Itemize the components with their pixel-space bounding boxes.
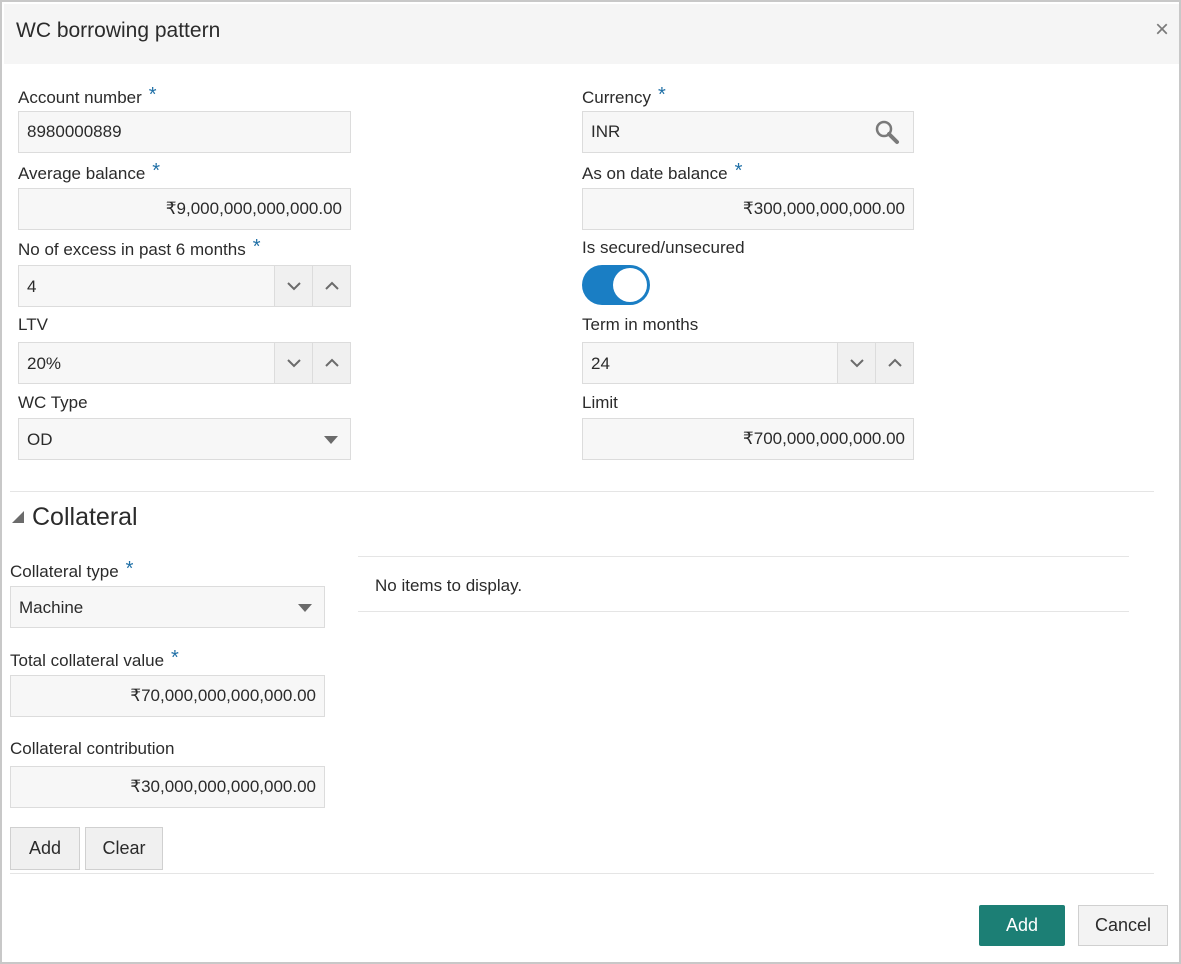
limit-input[interactable]	[583, 419, 913, 459]
account-number-input[interactable]	[19, 112, 350, 152]
chevron-up-icon	[324, 358, 339, 367]
currency-field[interactable]	[582, 111, 914, 153]
currency-label: Currency *	[582, 84, 666, 109]
limit-label: Limit	[582, 393, 618, 412]
ltv-stepper[interactable]: 20%	[18, 342, 351, 384]
required-mark: *	[252, 236, 261, 258]
total-collateral-label-text: Total collateral value	[10, 651, 165, 670]
required-mark: *	[657, 84, 666, 106]
add-button[interactable]: Add	[979, 905, 1065, 946]
limit-field[interactable]	[582, 418, 914, 460]
close-icon[interactable]: ×	[1155, 18, 1169, 42]
chevron-up-icon	[887, 358, 902, 367]
dialog-title: WC borrowing pattern	[16, 19, 221, 42]
excess-label-text: No of excess in past 6 months	[18, 240, 246, 259]
collateral-title: Collateral	[32, 503, 138, 531]
search-icon	[875, 120, 899, 144]
collateral-type-value[interactable]: Machine	[19, 598, 83, 618]
required-mark: *	[148, 84, 157, 106]
wc-type-label: WC Type	[18, 393, 88, 412]
grid-top-border	[358, 556, 1129, 557]
total-collateral-label: Total collateral value *	[10, 647, 179, 672]
account-number-label-text: Account number	[18, 88, 142, 107]
as-on-date-balance-input[interactable]	[583, 189, 913, 229]
collateral-type-label: Collateral type *	[10, 558, 134, 583]
empty-grid-message: No items to display.	[375, 576, 523, 595]
collateral-contribution-field[interactable]	[10, 766, 325, 808]
cancel-button[interactable]: Cancel	[1078, 905, 1168, 946]
footer-divider	[10, 873, 1154, 874]
average-balance-label-text: Average balance	[18, 164, 146, 183]
increment-button[interactable]	[875, 343, 913, 383]
currency-search-button[interactable]	[861, 112, 913, 152]
collapse-triangle-icon	[12, 511, 24, 523]
increment-button[interactable]	[312, 343, 350, 383]
currency-label-text: Currency	[582, 88, 651, 107]
as-on-date-balance-label-text: As on date balance	[582, 164, 728, 183]
total-collateral-field[interactable]	[10, 675, 325, 717]
grid-bottom-border	[358, 611, 1129, 612]
ltv-value[interactable]: 20%	[27, 354, 61, 374]
collateral-contribution-input[interactable]	[11, 767, 324, 807]
average-balance-label: Average balance *	[18, 160, 161, 185]
collateral-section-header[interactable]: Collateral	[12, 503, 138, 532]
required-mark: *	[734, 160, 743, 182]
term-stepper[interactable]: 24	[582, 342, 914, 384]
collateral-type-select[interactable]: Machine	[10, 586, 325, 628]
dialog-header: WC borrowing pattern ×	[4, 4, 1179, 64]
term-label: Term in months	[582, 315, 699, 334]
total-collateral-input[interactable]	[11, 676, 324, 716]
collateral-clear-button[interactable]: Clear	[85, 827, 163, 870]
chevron-down-icon	[849, 359, 864, 368]
decrement-button[interactable]	[837, 343, 875, 383]
decrement-button[interactable]	[274, 343, 312, 383]
excess-value[interactable]: 4	[27, 277, 36, 297]
as-on-date-balance-label: As on date balance *	[582, 160, 743, 185]
wc-borrowing-dialog: WC borrowing pattern × Account number * C…	[0, 0, 1181, 964]
as-on-date-balance-field[interactable]	[582, 188, 914, 230]
account-number-label: Account number *	[18, 84, 157, 109]
required-mark: *	[152, 160, 161, 182]
excess-stepper[interactable]: 4	[18, 265, 351, 307]
collateral-contribution-label: Collateral contribution	[10, 739, 175, 758]
average-balance-input[interactable]	[19, 189, 350, 229]
required-mark: *	[171, 647, 179, 669]
collateral-type-label-text: Collateral type	[10, 562, 119, 581]
collateral-add-button[interactable]: Add	[10, 827, 80, 870]
is-secured-toggle[interactable]	[582, 265, 650, 305]
wc-type-select[interactable]: OD	[18, 418, 351, 460]
dropdown-caret-icon	[298, 604, 312, 612]
increment-button[interactable]	[312, 266, 350, 306]
ltv-label: LTV	[18, 315, 48, 334]
chevron-down-icon	[286, 282, 301, 291]
account-number-field[interactable]	[18, 111, 351, 153]
dropdown-caret-icon	[324, 436, 338, 444]
toggle-knob	[613, 268, 647, 302]
average-balance-field[interactable]	[18, 188, 351, 230]
section-divider	[10, 491, 1154, 492]
decrement-button[interactable]	[274, 266, 312, 306]
chevron-down-icon	[286, 359, 301, 368]
required-mark: *	[125, 558, 134, 580]
is-secured-label: Is secured/unsecured	[582, 238, 745, 257]
excess-label: No of excess in past 6 months *	[18, 236, 261, 261]
chevron-up-icon	[324, 281, 339, 290]
term-value[interactable]: 24	[591, 354, 610, 374]
wc-type-value[interactable]: OD	[27, 430, 53, 450]
